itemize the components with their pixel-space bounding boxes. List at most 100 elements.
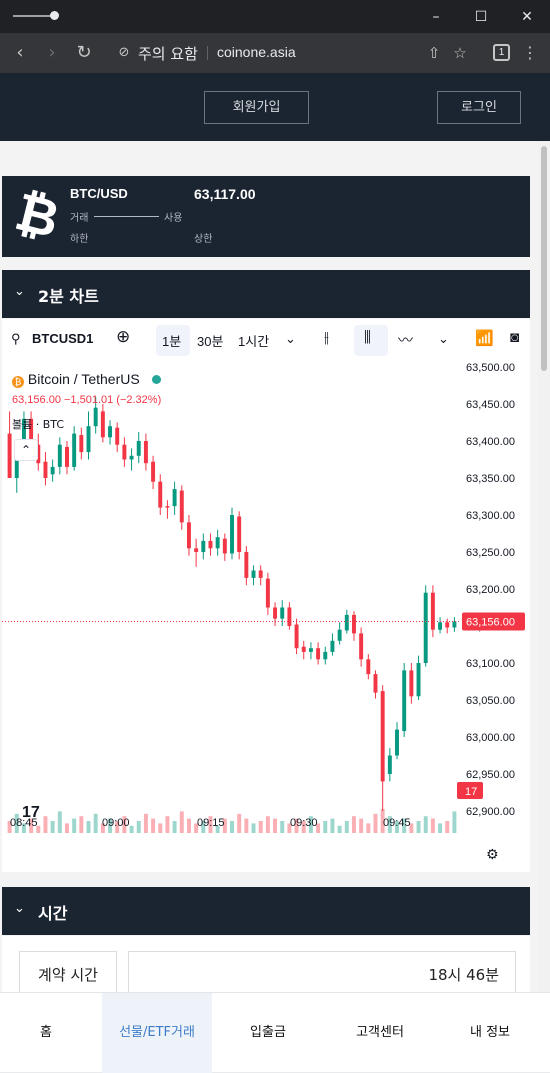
candle-body bbox=[122, 444, 127, 460]
window-titlebar: – ☐ ✕ bbox=[0, 0, 550, 33]
settings-gear-icon[interactable]: ⚙ bbox=[486, 847, 499, 863]
volume-bar bbox=[265, 816, 270, 833]
nav-home[interactable]: 홈 bbox=[0, 993, 92, 1073]
y-axis-tick-label: 63,200.00 bbox=[466, 584, 515, 596]
candle-body bbox=[452, 621, 457, 628]
candle-body bbox=[445, 622, 450, 628]
minimize-icon[interactable]: – bbox=[425, 6, 447, 28]
y-axis-bg bbox=[460, 363, 530, 833]
nav-deposit-withdraw[interactable]: 입출금 bbox=[222, 993, 314, 1073]
candle-body bbox=[230, 515, 234, 554]
time-section-header[interactable]: ⌄ 시간 bbox=[2, 887, 530, 935]
chart-legend-symbol: ₿ Bitcoin / TetherUS bbox=[12, 371, 161, 388]
chart-section-title: 2분 차트 bbox=[38, 287, 99, 306]
chevron-down-icon: ⌄ bbox=[14, 284, 25, 299]
ticker-card: ₿ BTC/USD 63,117.00 거래 사용 하한 상한 bbox=[2, 176, 530, 257]
candle-body bbox=[172, 489, 177, 507]
share-icon[interactable]: ⇧ bbox=[422, 41, 446, 65]
zoom-slider-track[interactable] bbox=[13, 15, 55, 17]
candle-body bbox=[395, 729, 399, 756]
volume-badge-label: 17 bbox=[465, 786, 477, 798]
candle-body bbox=[165, 506, 170, 508]
back-icon[interactable]: ‹ bbox=[8, 41, 32, 65]
volume-bar bbox=[445, 821, 450, 833]
candle-body bbox=[323, 651, 328, 660]
y-axis-tick-label: 62,950.00 bbox=[466, 769, 515, 781]
reload-icon[interactable]: ↻ bbox=[72, 41, 96, 65]
candle-body bbox=[179, 490, 184, 523]
candle-body bbox=[79, 435, 84, 453]
chart-volume-label: 볼륨 · BTC bbox=[12, 418, 65, 431]
y-axis-tick-label: 63,500.00 bbox=[466, 362, 515, 374]
more-menu-icon[interactable]: ⋮ bbox=[518, 41, 542, 65]
login-button[interactable]: 로그인 bbox=[437, 91, 521, 124]
candle-body bbox=[244, 552, 249, 578]
candle-body bbox=[158, 481, 163, 508]
candle-body bbox=[308, 648, 313, 652]
y-axis-tick-label: 63,400.00 bbox=[466, 436, 515, 448]
x-axis-tick-label: 09:45 bbox=[383, 817, 411, 829]
chevron-up-icon[interactable]: ⌃ bbox=[14, 439, 38, 461]
bookmark-star-icon[interactable]: ☆ bbox=[448, 41, 472, 65]
volume-bar bbox=[237, 813, 242, 833]
y-axis-tick-label: 63,350.00 bbox=[466, 473, 515, 485]
nav-customer-center[interactable]: 고객센터 bbox=[330, 993, 430, 1073]
candle-body bbox=[430, 592, 435, 630]
candle-body bbox=[215, 537, 220, 549]
volume-bar bbox=[172, 821, 177, 833]
nav-futures-trading[interactable]: 선물/ETF거래 bbox=[102, 993, 212, 1073]
tradingview-chart[interactable]: ⚲ BTCUSD1 ⊕ 1분 30분 1시간 ⌄ ⫲ ⫼ 〰 ⌄ 📶 ◙ 63,… bbox=[2, 319, 530, 872]
candle-body bbox=[136, 441, 141, 456]
tradingview-logo-icon[interactable]: 17 bbox=[22, 804, 40, 822]
maximize-icon[interactable]: ☐ bbox=[470, 6, 492, 28]
address-separator bbox=[207, 46, 208, 60]
chart-section-header[interactable]: ⌄ 2분 차트 bbox=[2, 270, 530, 318]
volume-bar bbox=[93, 813, 98, 833]
y-axis-tick-label: 63,300.00 bbox=[466, 510, 515, 522]
volume-bar bbox=[143, 813, 148, 833]
volume-bar bbox=[65, 823, 69, 833]
volume-bar bbox=[430, 818, 435, 833]
candle-body bbox=[57, 444, 62, 467]
close-icon[interactable]: ✕ bbox=[516, 6, 538, 28]
candle-body bbox=[373, 674, 378, 693]
volume-bar bbox=[438, 823, 443, 833]
candle-body bbox=[129, 455, 134, 460]
volume-bar bbox=[330, 818, 335, 833]
candle-body bbox=[100, 411, 105, 438]
candle-body bbox=[50, 466, 55, 475]
candle-body bbox=[438, 622, 443, 630]
chevron-down-icon: ⌄ bbox=[14, 901, 25, 916]
not-secure-icon[interactable]: ⊘ bbox=[112, 41, 136, 65]
candle-body bbox=[72, 433, 77, 467]
candle-body bbox=[337, 629, 342, 641]
url-text[interactable]: coinone.asia bbox=[217, 44, 296, 60]
candle-body bbox=[380, 691, 385, 782]
volume-bar bbox=[43, 816, 48, 833]
y-axis-tick-label: 63,050.00 bbox=[466, 695, 515, 707]
volume-bar bbox=[129, 825, 134, 833]
volume-bar bbox=[79, 816, 84, 833]
x-axis-tick-label: 09:00 bbox=[102, 817, 130, 829]
volume-bar bbox=[344, 821, 349, 833]
candle-body bbox=[287, 607, 292, 626]
signup-button[interactable]: 회원가입 bbox=[204, 91, 309, 124]
volume-bar bbox=[337, 825, 342, 833]
page-scrollbar-thumb[interactable] bbox=[541, 146, 547, 371]
nav-my-info[interactable]: 내 정보 bbox=[440, 993, 540, 1073]
candle-body bbox=[416, 663, 421, 697]
volume-bar bbox=[230, 821, 234, 833]
candle-body bbox=[366, 659, 371, 675]
volume-bar bbox=[258, 821, 263, 833]
candle-body bbox=[43, 461, 48, 478]
tab-switcher-button[interactable]: 1 bbox=[493, 44, 510, 61]
candle-body bbox=[194, 548, 199, 552]
forward-icon[interactable]: › bbox=[40, 41, 64, 65]
candle-body bbox=[222, 538, 227, 554]
candle-body bbox=[143, 441, 148, 464]
high-limit-label: 상한 bbox=[194, 234, 213, 245]
volume-bar bbox=[86, 821, 91, 833]
security-warning[interactable]: 주의 요함 bbox=[138, 43, 198, 64]
zoom-slider-knob[interactable] bbox=[50, 11, 59, 20]
candle-body bbox=[86, 426, 91, 453]
